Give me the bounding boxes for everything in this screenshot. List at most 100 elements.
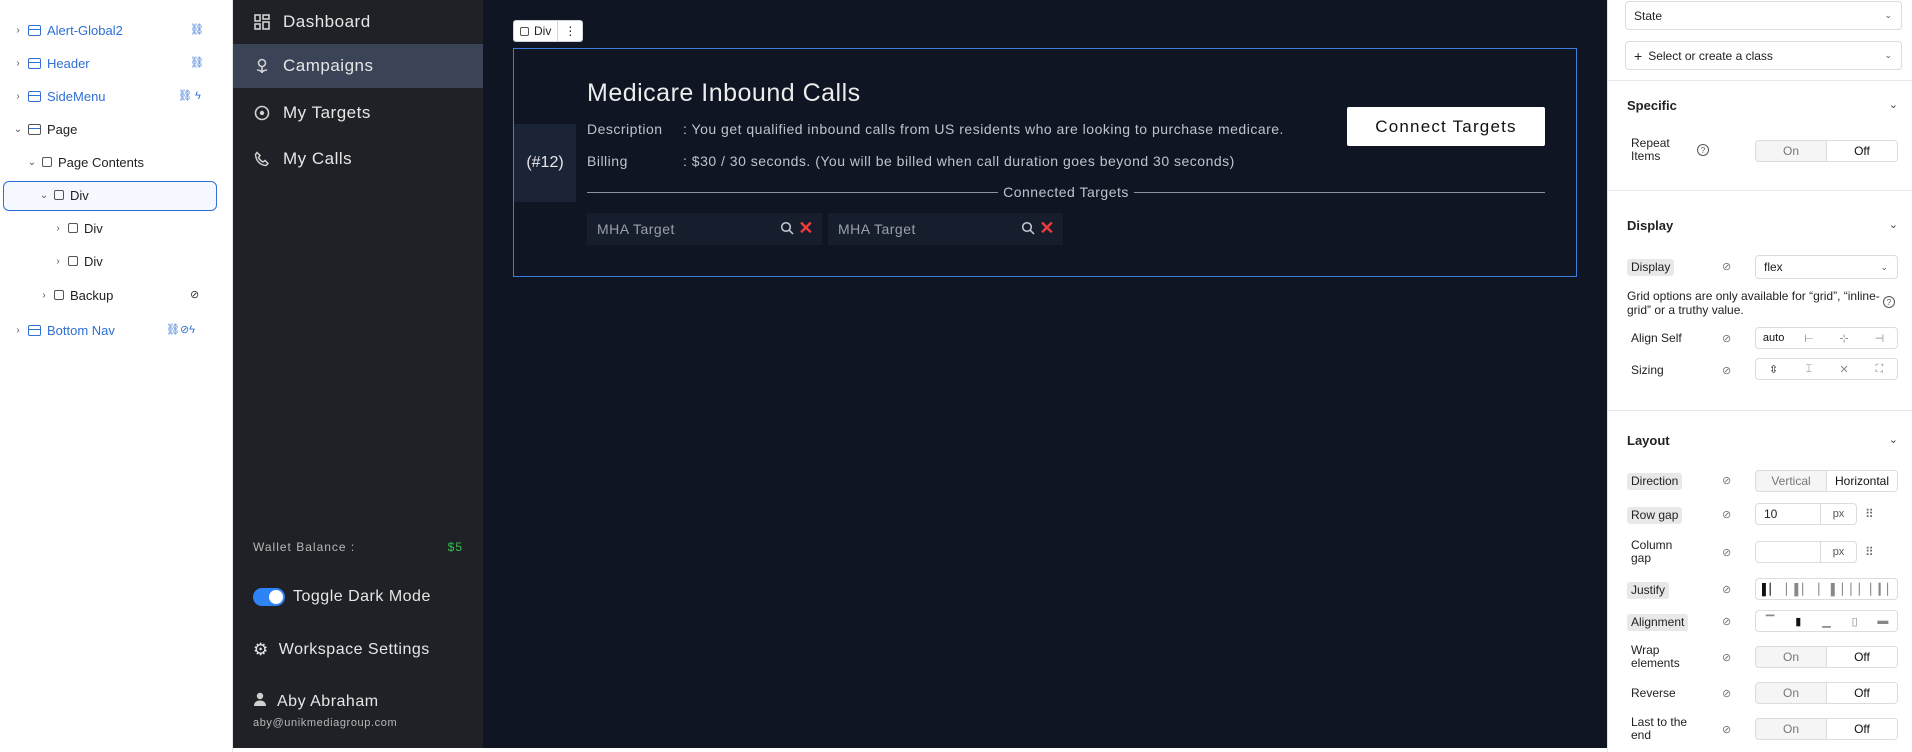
- display-select[interactable]: flex ⌄: [1755, 255, 1898, 279]
- option-off[interactable]: Off: [1826, 719, 1897, 739]
- chevron-down-icon[interactable]: ⌄: [12, 124, 24, 135]
- unit-select[interactable]: px: [1820, 504, 1856, 524]
- wrap-toggle[interactable]: On Off: [1755, 646, 1898, 668]
- chevron-down-icon[interactable]: ⌄: [26, 157, 38, 168]
- user-profile[interactable]: Aby Abraham aby@unikmediagroup.com: [253, 692, 397, 730]
- nav-item-my-calls[interactable]: My Calls: [233, 137, 483, 181]
- pin-icon[interactable]: ⊘: [1722, 651, 1731, 664]
- dark-mode-toggle-row[interactable]: Toggle Dark Mode: [253, 588, 431, 606]
- option-on[interactable]: On: [1756, 141, 1826, 161]
- element-chip[interactable]: Div ⋮: [513, 20, 584, 42]
- justify-between-icon[interactable]: ▏▏▏: [1841, 579, 1869, 599]
- target-chip[interactable]: MHA Target ✕: [828, 213, 1063, 245]
- help-icon[interactable]: ?: [1883, 296, 1895, 308]
- justify-around-icon[interactable]: ▏▎▏: [1869, 579, 1897, 599]
- justify-start-icon[interactable]: ▌▏: [1756, 579, 1784, 599]
- justify-end-icon[interactable]: ▏▐: [1812, 579, 1840, 599]
- align-bottom-icon[interactable]: ▁: [1812, 611, 1840, 631]
- justify-options[interactable]: ▌▏ ▏▌▏ ▏▐ ▏▏▏ ▏▎▏: [1755, 578, 1898, 600]
- pin-icon[interactable]: ⊘: [1722, 687, 1731, 700]
- direction-toggle[interactable]: Vertical Horizontal: [1755, 470, 1898, 492]
- nav-item-my-targets[interactable]: My Targets: [233, 91, 483, 135]
- chevron-right-icon[interactable]: ›: [52, 256, 64, 267]
- campaign-card[interactable]: (#12) Medicare Inbound Calls Description…: [513, 48, 1577, 277]
- chevron-right-icon[interactable]: ›: [12, 91, 24, 102]
- search-icon[interactable]: [1021, 221, 1035, 235]
- pin-icon[interactable]: ⊘: [1722, 332, 1731, 345]
- tree-item-header[interactable]: › Header: [12, 49, 89, 77]
- option-vertical[interactable]: Vertical: [1756, 471, 1826, 491]
- chevron-right-icon[interactable]: ›: [12, 58, 24, 69]
- align-top-icon[interactable]: ▔: [1756, 611, 1784, 631]
- chevron-down-icon[interactable]: ⌄: [38, 190, 50, 201]
- pin-icon[interactable]: ⊘: [1722, 583, 1731, 596]
- dark-mode-toggle[interactable]: [253, 588, 285, 606]
- remove-icon[interactable]: ✕: [1039, 218, 1055, 239]
- element-chip-label[interactable]: Div: [514, 21, 557, 41]
- nav-item-campaigns[interactable]: Campaigns: [233, 44, 483, 88]
- column-gap-value[interactable]: [1756, 542, 1820, 562]
- justify-center-icon[interactable]: ▏▌▏: [1784, 579, 1812, 599]
- option-on[interactable]: On: [1756, 719, 1826, 739]
- drag-handle-icon[interactable]: ⠿: [1865, 545, 1874, 559]
- option-on[interactable]: On: [1756, 683, 1826, 703]
- reverse-toggle[interactable]: On Off: [1755, 682, 1898, 704]
- sizing-stretch-icon[interactable]: ⌶: [1791, 359, 1826, 379]
- help-icon[interactable]: ?: [1697, 144, 1709, 156]
- tree-item-backup[interactable]: › Backup: [38, 281, 113, 309]
- pin-icon[interactable]: ⊘: [1722, 546, 1731, 559]
- alignment-options[interactable]: ▔ ▮ ▁ ▯ ▬: [1755, 610, 1898, 632]
- pin-icon[interactable]: ⊘: [1722, 615, 1731, 628]
- sizing-fill-icon[interactable]: ⛶: [1862, 359, 1897, 379]
- chevron-right-icon[interactable]: ›: [52, 223, 64, 234]
- workspace-settings-link[interactable]: ⚙ Workspace Settings: [253, 640, 430, 660]
- tree-item-div[interactable]: › Div: [52, 247, 102, 275]
- pin-icon[interactable]: ⊘: [1722, 260, 1731, 273]
- chevron-right-icon[interactable]: ›: [12, 25, 24, 36]
- connect-targets-button[interactable]: Connect Targets: [1347, 107, 1545, 146]
- remove-icon[interactable]: ✕: [798, 218, 814, 239]
- chevron-down-icon[interactable]: ⌄: [1889, 433, 1898, 446]
- state-select[interactable]: State ⌄: [1625, 1, 1902, 30]
- sizing-none-icon[interactable]: ✕: [1827, 359, 1862, 379]
- pin-icon[interactable]: ⊘: [1722, 723, 1731, 736]
- last-to-end-toggle[interactable]: On Off: [1755, 718, 1898, 740]
- option-off[interactable]: Off: [1826, 683, 1897, 703]
- pin-icon[interactable]: ⊘: [1722, 508, 1731, 521]
- more-menu-icon[interactable]: ⋮: [557, 21, 582, 41]
- sizing-options[interactable]: ⇳ ⌶ ✕ ⛶: [1755, 358, 1898, 380]
- align-stretch-icon[interactable]: ▯: [1841, 611, 1869, 631]
- align-self-auto[interactable]: auto: [1756, 328, 1791, 348]
- pin-icon[interactable]: ⊘: [1722, 364, 1731, 377]
- align-end-icon[interactable]: ⊣: [1862, 328, 1897, 348]
- align-start-icon[interactable]: ⊢: [1791, 328, 1826, 348]
- column-gap-input[interactable]: px: [1755, 541, 1857, 563]
- tree-item-sidemenu[interactable]: › SideMenu: [12, 82, 105, 110]
- option-off[interactable]: Off: [1826, 647, 1897, 667]
- tree-item-div[interactable]: › Div: [52, 214, 102, 242]
- target-chip[interactable]: MHA Target ✕: [587, 213, 822, 245]
- pin-icon[interactable]: ⊘: [1722, 474, 1731, 487]
- chevron-right-icon[interactable]: ›: [38, 290, 50, 301]
- tree-item-alert-global2[interactable]: › Alert-Global2: [12, 16, 123, 44]
- chevron-right-icon[interactable]: ›: [12, 325, 24, 336]
- row-gap-value[interactable]: 10: [1756, 504, 1820, 524]
- tree-item-bottom-nav[interactable]: › Bottom Nav: [12, 316, 115, 344]
- chevron-down-icon[interactable]: ⌄: [1889, 218, 1898, 231]
- nav-item-dashboard[interactable]: Dashboard: [233, 0, 483, 44]
- option-on[interactable]: On: [1756, 647, 1826, 667]
- align-center-icon[interactable]: ⊹: [1827, 328, 1862, 348]
- option-horizontal[interactable]: Horizontal: [1826, 471, 1897, 491]
- align-baseline-icon[interactable]: ▬: [1869, 611, 1897, 631]
- align-self-options[interactable]: auto ⊢ ⊹ ⊣: [1755, 327, 1898, 349]
- repeat-items-toggle[interactable]: On Off: [1755, 140, 1898, 162]
- tree-item-page-contents[interactable]: ⌄ Page Contents: [26, 148, 144, 176]
- row-gap-input[interactable]: 10 px: [1755, 503, 1857, 525]
- align-middle-icon[interactable]: ▮: [1784, 611, 1812, 631]
- search-icon[interactable]: [780, 221, 794, 235]
- option-off[interactable]: Off: [1826, 141, 1897, 161]
- sizing-fit-icon[interactable]: ⇳: [1756, 359, 1791, 379]
- class-select[interactable]: + Select or create a class ⌄: [1625, 41, 1902, 70]
- tree-item-page[interactable]: ⌄ Page: [12, 115, 78, 143]
- chevron-down-icon[interactable]: ⌄: [1889, 98, 1898, 111]
